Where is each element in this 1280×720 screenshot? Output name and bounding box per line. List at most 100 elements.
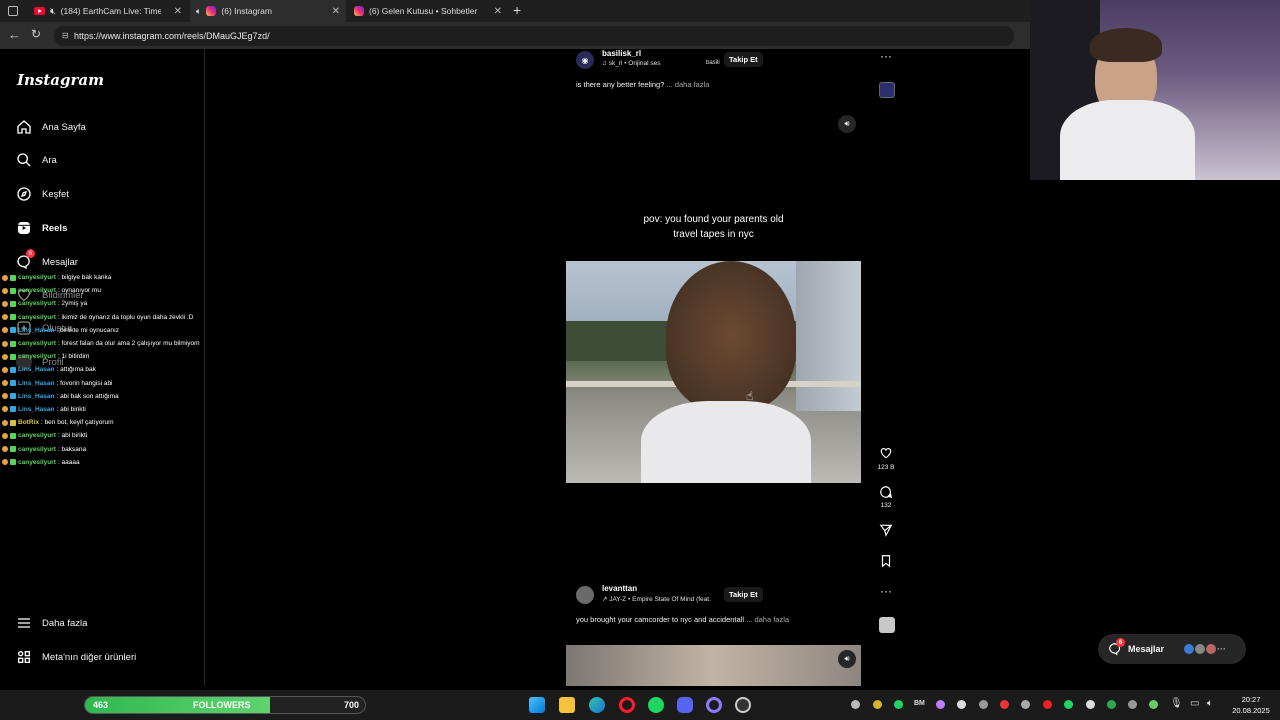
- site-info-icon[interactable]: ⊟: [62, 31, 69, 40]
- mute-icon[interactable]: 🔇︎: [50, 6, 56, 17]
- follow-button[interactable]: Takip Et: [724, 587, 763, 602]
- instagram-icon: [354, 6, 364, 16]
- close-icon[interactable]: ✕: [332, 6, 340, 17]
- windows-start-icon[interactable]: [529, 697, 545, 713]
- microphone-icon[interactable]: 🎙︎: [1170, 698, 1183, 709]
- more-options-icon[interactable]: ···: [880, 584, 892, 598]
- tray-icon[interactable]: [894, 700, 903, 709]
- chat-message: : birlikte mi oynucanız: [56, 326, 120, 334]
- back-icon[interactable]: ←: [8, 27, 21, 42]
- audio-thumbnail[interactable]: [879, 82, 895, 98]
- caption-more-link[interactable]: ... daha fazla: [746, 615, 789, 624]
- chat-username: Lins_Hasan: [18, 405, 55, 413]
- new-tab-icon[interactable]: +: [513, 2, 521, 18]
- follow-button[interactable]: Takip Et: [724, 52, 763, 67]
- more-options-icon[interactable]: ···: [880, 49, 892, 63]
- followers-current: 463: [93, 700, 109, 710]
- nav-home[interactable]: Ana Sayfa: [16, 119, 86, 135]
- caption-more-link[interactable]: ... daha fazla: [666, 80, 709, 89]
- file-explorer-icon[interactable]: [559, 697, 575, 713]
- tray-icon[interactable]: [1149, 700, 1158, 709]
- nav-explore[interactable]: Keşfet: [16, 186, 69, 202]
- avatar: [1184, 644, 1195, 654]
- tray-icon[interactable]: [851, 700, 860, 709]
- tray-icon[interactable]: [936, 700, 945, 709]
- video-overlay-text: pov: you found your parents old travel t…: [606, 212, 821, 242]
- share-button[interactable]: [879, 523, 893, 542]
- post-username[interactable]: basilisk_rl: [602, 49, 641, 58]
- tray-icon[interactable]: [1043, 700, 1052, 709]
- avatar[interactable]: [576, 586, 594, 604]
- reel-video[interactable]: 🔊︎: [566, 645, 861, 686]
- platform-icon: [2, 300, 8, 307]
- volume-button[interactable]: 🔊︎: [838, 650, 856, 668]
- volume-icon[interactable]: 🔈︎: [1207, 698, 1213, 709]
- speaker-icon: 🔊︎: [844, 119, 850, 128]
- reload-icon[interactable]: ↻: [31, 27, 41, 41]
- chat-username: canyesilyurt: [18, 432, 56, 440]
- display-icon[interactable]: ▭: [1190, 698, 1199, 709]
- shirt-shape: [1060, 100, 1195, 180]
- tray-icon[interactable]: [1086, 700, 1095, 709]
- url-field[interactable]: ⊟ https://www.instagram.com/reels/DMauGJ…: [54, 25, 1014, 46]
- tab-inbox[interactable]: (6) Gelen Kutusu • Sohbetler ✕: [348, 0, 508, 22]
- tab-title: (6) Gelen Kutusu • Sohbetler: [369, 6, 478, 16]
- badge-icon: [10, 287, 16, 294]
- close-icon[interactable]: ✕: [494, 6, 502, 17]
- reels-icon: [18, 222, 30, 234]
- instagram-logo[interactable]: Instagram: [17, 71, 104, 89]
- reel-video[interactable]: ☝︎: [566, 261, 861, 483]
- save-button[interactable]: [879, 554, 893, 573]
- nav-meta-products[interactable]: Meta'nın diğer ürünleri: [16, 649, 136, 665]
- speaker-icon[interactable]: 🔈︎: [196, 6, 201, 17]
- tab-instagram[interactable]: 🔈︎ (6) Instagram ✕: [190, 0, 346, 22]
- platform-icon: [2, 406, 8, 413]
- tray-icon[interactable]: [873, 700, 882, 709]
- audio-thumbnail[interactable]: [879, 617, 895, 633]
- hair-shape: [666, 261, 796, 411]
- chat-username: canyesilyurt: [18, 313, 56, 321]
- tray-icon[interactable]: [979, 700, 988, 709]
- nav-more[interactable]: Daha fazla: [16, 615, 87, 631]
- messages-float-button[interactable]: 6 Mesajlar ···: [1098, 634, 1246, 664]
- spotify-icon[interactable]: [648, 697, 664, 713]
- tray-icon[interactable]: [1128, 700, 1137, 709]
- volume-button[interactable]: 🔊︎: [838, 115, 856, 133]
- chat-username: canyesilyurt: [18, 353, 56, 361]
- platform-icon: [2, 340, 8, 347]
- clock[interactable]: 20:27 20.08.2025: [1226, 694, 1276, 716]
- nav-messages[interactable]: 6 Mesajlar: [16, 249, 78, 270]
- post-audio[interactable]: ♫ sk_rl • Orijinal ses: [602, 60, 660, 67]
- chat-message: : ikimiz de oynarız da toplu oyun daha z…: [57, 313, 194, 321]
- edge-icon[interactable]: [589, 697, 605, 713]
- chat-message: : ben bot, keyif çatıyorum: [40, 419, 114, 427]
- bot-icon: ◉: [581, 55, 589, 65]
- app-ring-icon[interactable]: [706, 697, 722, 713]
- nav-search[interactable]: Ara: [16, 152, 57, 168]
- youtube-icon: [34, 7, 45, 15]
- tab-actions-icon[interactable]: [8, 6, 18, 16]
- chat-message: : aaaaa: [57, 458, 80, 466]
- tray-icon[interactable]: [1107, 700, 1116, 709]
- like-button[interactable]: [879, 446, 893, 465]
- tray-icon[interactable]: [1000, 700, 1009, 709]
- avatar: [1206, 644, 1217, 654]
- tray-icon[interactable]: [1064, 700, 1073, 709]
- tray-text[interactable]: BM: [914, 700, 925, 707]
- tab-earthcam[interactable]: 🔇︎ (184) EarthCam Live: Times S ✕: [28, 0, 188, 22]
- avatar[interactable]: ◉: [576, 51, 594, 69]
- post-username[interactable]: levanttan: [602, 584, 637, 593]
- discord-icon[interactable]: [677, 697, 693, 713]
- platform-icon: [2, 314, 8, 321]
- post-audio[interactable]: ↗ JAY-Z • Empire State Of Mind (feat.: [602, 595, 711, 603]
- chat-username: Lins_Hasan: [18, 326, 55, 334]
- tray-icon[interactable]: [1021, 700, 1030, 709]
- nav-reels[interactable]: Reels: [16, 220, 67, 236]
- tray-icon[interactable]: [957, 700, 966, 709]
- badge-icon: [10, 446, 16, 453]
- obs-icon[interactable]: [735, 697, 751, 713]
- shirt-shape: [641, 401, 811, 483]
- opera-icon[interactable]: [619, 697, 635, 713]
- close-icon[interactable]: ✕: [174, 6, 182, 17]
- more-icon: ···: [1217, 644, 1227, 654]
